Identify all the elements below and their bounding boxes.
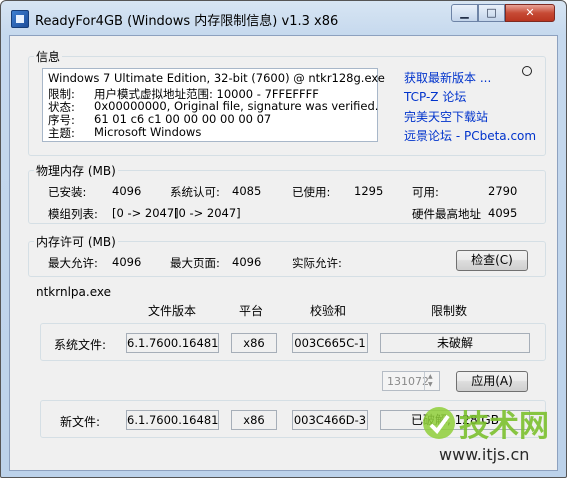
max-commit-value: 4096 [112,255,142,269]
available-value: 2790 [488,184,518,198]
watermark-url: www.itjs.cn [439,445,530,464]
used-label: 已使用: [292,185,331,199]
link-tcpz-forum[interactable]: TCP-Z 论坛 [404,88,466,105]
window-title: ReadyFor4GB (Windows 内存限制信息) v1.3 x86 [35,14,339,29]
header-checksum: 校验和 [310,304,347,318]
info-subject-label: 主题: [48,126,75,140]
installed-value: 4096 [112,184,142,198]
app-icon [11,10,29,28]
system-file-status: 未破解 [380,333,530,353]
new-file-checksum: 003C466D-3 [292,410,368,430]
info-serial-value: 61 01 c6 c1 00 00 00 00 00 07 [94,112,272,126]
new-file-version: 6.1.7600.16481 [126,410,219,430]
system-recognized-value: 4085 [232,184,262,198]
modules-value-1: [0 -> 2047] [112,206,179,220]
hardware-max-label: 硬件最高地址 [412,207,481,221]
header-limit: 限制数 [431,304,468,318]
limit-spinner[interactable]: 131072 ▲ ▼ [382,371,440,391]
modules-label: 模组列表: [48,207,98,221]
max-commit-label: 最大允许: [48,256,98,270]
header-file-version: 文件版本 [148,304,197,318]
used-value: 1295 [354,184,384,198]
ntkrnlpa-label: ntkrnlpa.exe [34,285,113,299]
system-file-version: 6.1.7600.16481 [126,333,219,353]
system-file-platform: x86 [231,333,277,353]
link-pcbeta[interactable]: 远景论坛 - PCbeta.com [404,127,536,144]
limit-spinner-value: 131072 [387,375,429,388]
option-radio[interactable] [522,66,532,76]
minimize-button[interactable]: ▁ [451,4,478,22]
new-file-label: 新文件: [60,415,101,429]
max-page-label: 最大页面: [170,256,220,270]
commit-group-label: 内存许可 (MB) [34,233,118,250]
spinner-down-icon[interactable]: ▼ [428,381,433,389]
spinner-up-icon[interactable]: ▲ [428,373,433,381]
info-subject-value: Microsoft Windows [94,125,202,139]
watermark: 技术网 www.itjs.cn [419,401,559,469]
title-bar[interactable]: ReadyFor4GB (Windows 内存限制信息) v1.3 x86 ▁ … [1,1,566,35]
hardware-max-value: 4095 [488,206,518,220]
spinner-arrows[interactable]: ▲ ▼ [424,372,439,390]
app-window: ReadyFor4GB (Windows 内存限制信息) v1.3 x86 ▁ … [0,0,567,478]
available-label: 可用: [412,185,439,199]
watermark-brand: 技术网 [459,409,549,444]
link-get-latest[interactable]: 获取最新版本 ... [404,69,491,86]
modules-value-2: [0 -> 2047] [174,206,241,220]
info-group-label: 信息 [34,48,63,65]
link-download-site[interactable]: 完美天空下载站 [404,108,488,125]
system-file-checksum: 003C665C-1 [292,333,368,353]
check-button[interactable]: 检查(C) [456,250,528,271]
close-button[interactable]: ✕ [505,4,555,22]
info-os-line: Windows 7 Ultimate Edition, 32-bit (7600… [48,71,385,85]
installed-label: 已安装: [48,185,87,199]
system-file-label: 系统文件: [54,338,107,352]
maximize-button[interactable]: □ [478,4,505,22]
watermark-logo-icon [423,407,455,439]
new-file-platform: x86 [231,410,277,430]
system-recognized-label: 系统认可: [170,185,220,199]
header-platform: 平台 [239,304,264,318]
max-page-value: 4096 [232,255,262,269]
physical-memory-label: 物理内存 (MB) [34,162,118,179]
info-status-value: 0x00000000, Original file, signature was… [94,99,379,113]
apply-button[interactable]: 应用(A) [456,371,528,392]
actual-commit-label: 实际允许: [292,256,342,270]
